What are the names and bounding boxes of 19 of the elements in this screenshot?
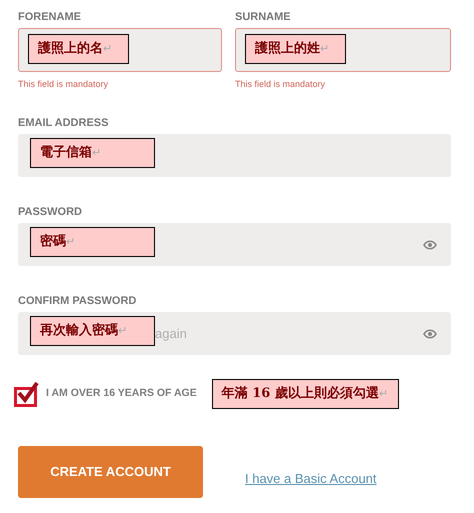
annotation-note: 再次輸入密碼↵ (30, 316, 155, 346)
annotation-note: 護照上的姓↵ (245, 34, 346, 64)
annotation-note: 年滿 16 歲以上則必須勾選↵ (212, 379, 399, 409)
input-field[interactable]: 護照上的姓↵ (235, 28, 451, 72)
checkbox[interactable] (14, 381, 40, 407)
field-label: SURNAME (235, 10, 292, 24)
annotation-note: 電子信箱↵ (30, 138, 155, 168)
annotation-note: 密碼↵ (30, 227, 155, 257)
field-label: PASSWORD (18, 205, 83, 219)
eye-icon[interactable] (423, 328, 437, 338)
input-field[interactable]: 護照上的名↵ (18, 28, 222, 72)
field-label: EMAIL ADDRESS (18, 116, 110, 130)
field-label: FORENAME (18, 10, 82, 24)
field-label: CONFIRM PASSWORD (18, 294, 138, 308)
annotation-note: 護照上的名↵ (28, 34, 129, 64)
checkbox-label: I AM OVER 16 YEARS OF AGE (46, 386, 197, 402)
eye-icon[interactable] (423, 240, 437, 250)
error-message: This field is mandatory (235, 78, 326, 90)
error-message: This field is mandatory (18, 78, 110, 90)
